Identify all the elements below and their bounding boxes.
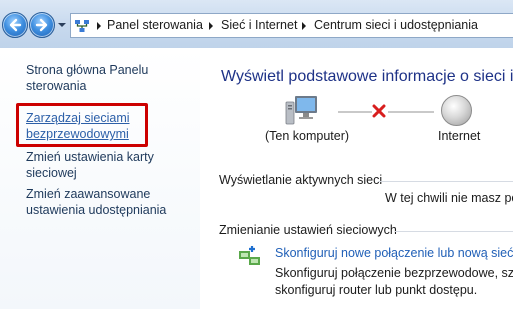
- address-toolbar: Panel sterowania Sieć i Internet Centrum…: [0, 0, 513, 48]
- internet-globe-icon[interactable]: [441, 95, 472, 126]
- this-computer-label: (Ten komputer): [265, 129, 350, 143]
- sidebar-item-advanced-sharing[interactable]: Zmień zaawansowane ustawienia udostępnia…: [26, 186, 191, 218]
- highlight-box: [16, 103, 148, 147]
- breadcrumb-separator-icon[interactable]: [207, 21, 215, 31]
- section-divider: [395, 231, 513, 232]
- back-arrow-icon: [9, 18, 22, 32]
- change-settings-heading: Zmienianie ustawień sieciowych: [219, 223, 397, 237]
- back-button[interactable]: [2, 12, 28, 38]
- connection-line: [388, 111, 434, 113]
- breadcrumb-control-panel[interactable]: Panel sterowania: [107, 18, 203, 32]
- sidebar-item-control-panel-home[interactable]: Strona główna Panelu sterowania: [26, 62, 191, 94]
- no-connection-status: W tej chwili nie masz po: [385, 191, 513, 205]
- sidebar-item-label: Strona główna Panelu: [26, 63, 149, 77]
- section-divider: [378, 181, 513, 182]
- page-title: Wyświetl podstawowe informacje o sieci i: [221, 68, 513, 85]
- sidebar-item-label: Zmień ustawienia karty: [26, 150, 154, 164]
- breadcrumb-separator-icon[interactable]: [300, 21, 308, 31]
- setup-new-connection-link[interactable]: Skonfiguruj nowe połączenie lub nową sie…: [275, 246, 513, 260]
- main-content: Wyświetl podstawowe informacje o sieci i…: [200, 48, 513, 309]
- sidebar-item-change-adapter-settings[interactable]: Zmień ustawienia karty sieciowej: [26, 149, 191, 181]
- internet-label: Internet: [438, 129, 481, 143]
- new-connection-icon[interactable]: [238, 245, 262, 267]
- recent-pages-dropdown-icon[interactable]: [57, 20, 67, 30]
- left-task-pane: Strona główna Panelu sterowania Zarządza…: [0, 48, 200, 309]
- breadcrumb-network-internet[interactable]: Sieć i Internet: [221, 18, 297, 32]
- forward-button[interactable]: [29, 12, 55, 38]
- computer-icon[interactable]: [284, 94, 320, 130]
- network-center-icon: [75, 20, 89, 32]
- active-networks-heading: Wyświetlanie aktywnych sieci: [219, 173, 383, 187]
- address-bar[interactable]: Panel sterowania Sieć i Internet Centrum…: [70, 13, 513, 38]
- sidebar-item-label: sieciowej: [26, 166, 77, 180]
- red-x-icon[interactable]: [371, 103, 387, 119]
- breadcrumb-network-center[interactable]: Centrum sieci i udostępniania: [314, 18, 478, 32]
- breadcrumb-separator-icon[interactable]: [95, 21, 103, 31]
- sidebar-item-label: sterowania: [26, 79, 87, 93]
- setup-description-line1: Skonfiguruj połączenie bezprzewodowe, sz…: [275, 266, 513, 280]
- forward-arrow-icon: [35, 18, 48, 32]
- sidebar-item-label: Zmień zaawansowane: [26, 187, 151, 201]
- connection-line: [338, 111, 372, 113]
- sidebar-item-label: ustawienia udostępniania: [26, 203, 167, 217]
- setup-description-line2: skonfiguruj router lub punkt dostępu.: [275, 283, 478, 297]
